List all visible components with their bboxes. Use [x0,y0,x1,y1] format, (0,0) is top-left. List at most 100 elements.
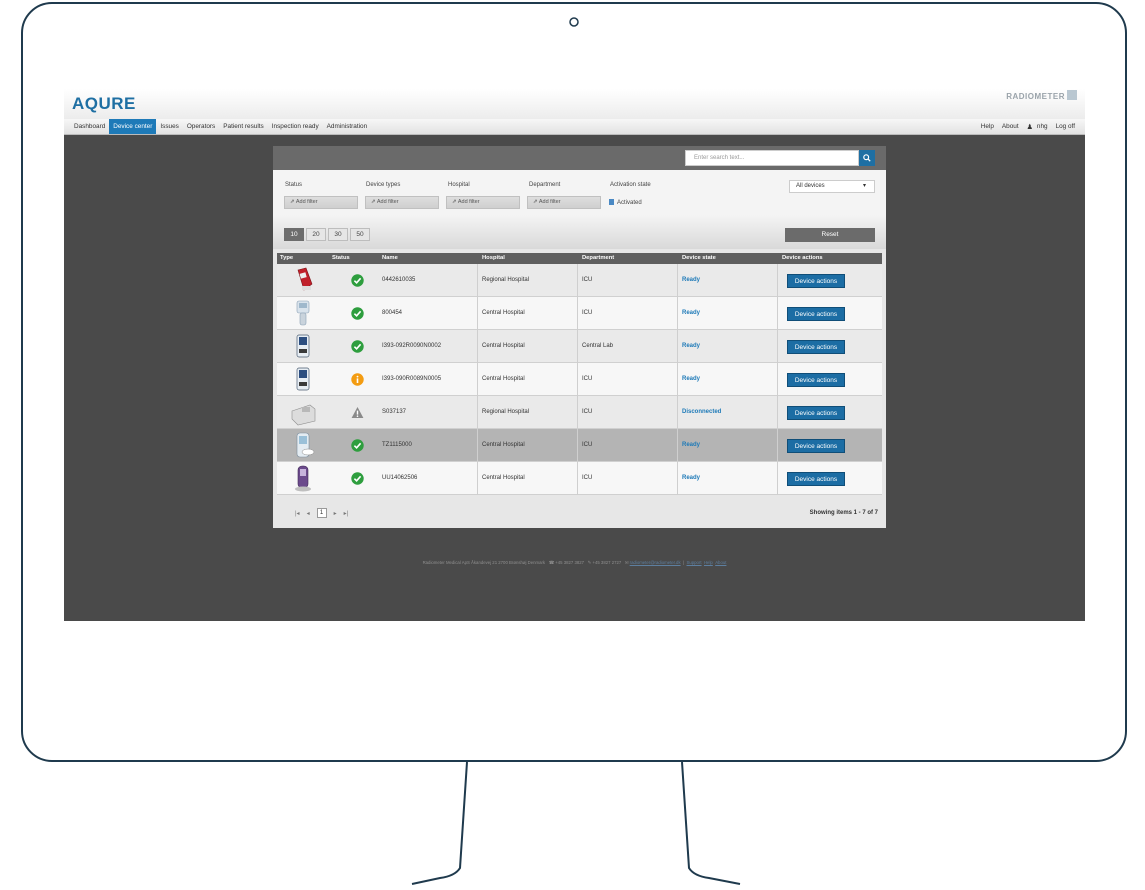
device-scanner-icon [296,300,310,326]
table-row[interactable]: I393-090R0089N0005 Central Hospital ICU … [277,363,882,396]
app-screen: AQURE RADIOMETER Dashboard Device center… [64,44,1085,621]
logoff-link[interactable]: Log off [1052,119,1079,134]
footer-about-link[interactable]: About [715,560,726,565]
filter-department-label: Department [529,182,561,188]
header: AQURE RADIOMETER [64,44,1085,119]
chevron-down-icon: ▾ [862,183,866,189]
device-hospital: Central Hospital [482,442,525,448]
nav-dashboard[interactable]: Dashboard [70,119,109,134]
page-size-10[interactable]: 10 [284,228,304,241]
footer-help-link[interactable]: Help [704,560,713,565]
reset-button[interactable]: Reset [785,228,875,242]
device-analyzer-icon [296,334,310,358]
footer-email[interactable]: radiometer@radiometer.dk [630,560,681,565]
last-page-icon[interactable]: ▸| [344,510,349,517]
filter-hospital-button[interactable]: ⇗ Add filter [446,196,520,209]
user-name[interactable]: nhg [1033,119,1052,134]
table-row[interactable]: UU14062506 Central Hospital ICU Ready De… [277,462,882,495]
table-header: Type Status Name Hospital Department Dev… [277,253,882,264]
footer: Radiometer Medical ApS Åkandevej 21 2700… [422,560,727,565]
devices-select[interactable]: All devices ▾ [789,180,875,193]
device-actions-button[interactable]: Device actions [787,472,845,486]
col-device-state[interactable]: Device state [682,253,716,264]
col-status[interactable]: Status [332,253,350,264]
device-meter-icon [296,432,315,458]
device-name: I393-092R0090N0002 [382,343,442,349]
activation-filter[interactable]: Activated [609,199,642,206]
device-glucose-meter-icon [295,465,311,492]
table-row[interactable]: S037137 Regional Hospital ICU Disconnect… [277,396,882,429]
status-ok-icon [351,307,364,320]
nav-patient-results[interactable]: Patient results [219,119,268,134]
footer-fax: +45 3827 2727 [592,560,622,565]
device-department: ICU [582,409,593,415]
device-hospital: Central Hospital [482,475,525,481]
filter-hospital-label: Hospital [448,182,470,188]
page-size-50[interactable]: 50 [350,228,370,241]
col-type[interactable]: Type [280,253,293,264]
device-state: Ready [682,277,701,283]
page-size-20[interactable]: 20 [306,228,326,241]
device-hospital: Central Hospital [482,343,525,349]
device-department: ICU [582,376,593,382]
device-name: UU14062506 [382,475,418,481]
first-page-icon[interactable]: |◂ [295,510,300,517]
device-state: Ready [682,343,701,349]
nav-operators[interactable]: Operators [183,119,219,134]
filter-activation-label: Activation state [610,182,651,188]
filter-device-types-button[interactable]: ⇗ Add filter [365,196,439,209]
email-icon: ✉ [624,560,629,565]
page-number[interactable]: 1 [316,508,327,518]
table-row[interactable]: TZ1115000 Central Hospital ICU Ready Dev… [277,429,882,462]
status-warning-icon [351,407,364,418]
device-state: Ready [682,376,701,382]
col-device-actions[interactable]: Device actions [782,253,823,264]
device-actions-button[interactable]: Device actions [787,406,845,420]
prev-page-icon[interactable]: ◂ [307,510,310,517]
device-state: Ready [682,475,701,481]
help-link[interactable]: Help [977,119,998,134]
device-panel: Enter search text... Status ⇗ Add filter… [273,146,886,528]
device-actions-button[interactable]: Device actions [787,439,845,453]
device-actions-button[interactable]: Device actions [787,274,845,288]
nav-inspection-ready[interactable]: Inspection ready [268,119,323,134]
col-department[interactable]: Department [582,253,614,264]
fax-icon: ✎ [587,560,592,565]
table-row[interactable]: I393-092R0090N0002 Central Hospital Cent… [277,330,882,363]
col-name[interactable]: Name [382,253,398,264]
device-actions-button[interactable]: Device actions [787,340,845,354]
filter-status-button[interactable]: ⇗ Add filter [284,196,358,209]
table-row[interactable]: 800454 Central Hospital ICU Ready Device… [277,297,882,330]
search-input[interactable]: Enter search text... [685,150,859,166]
device-hospital: Central Hospital [482,310,525,316]
nav-administration[interactable]: Administration [323,119,372,134]
main-nav: Dashboard Device center Issues Operators… [64,119,1085,135]
nav-issues[interactable]: Issues [156,119,182,134]
device-name: 0442610035 [382,277,416,283]
search-button[interactable] [859,150,875,166]
user-icon: ♟ [1026,123,1033,131]
status-ok-icon [351,340,364,353]
nav-device-center[interactable]: Device center [109,119,157,134]
table-row[interactable]: 0442610035 Regional Hospital ICU Ready D… [277,264,882,297]
device-actions-button[interactable]: Device actions [787,307,845,321]
device-department: ICU [582,277,593,283]
device-hospital: Central Hospital [482,376,525,382]
device-analyzer-icon [296,367,310,391]
status-info-icon [351,373,364,386]
page-size-30[interactable]: 30 [328,228,348,241]
device-department: ICU [582,442,593,448]
device-name: I393-090R0089N0005 [382,376,442,382]
device-department: ICU [582,475,593,481]
device-actions-button[interactable]: Device actions [787,373,845,387]
device-name: S037137 [382,409,407,415]
filter-device-types-label: Device types [366,182,401,188]
filter-department-button[interactable]: ⇗ Add filter [527,196,601,209]
next-page-icon[interactable]: ▸ [334,510,337,517]
col-hospital[interactable]: Hospital [482,253,505,264]
brand-mark-icon [1067,90,1077,100]
footer-support-link[interactable]: Support [687,560,702,565]
device-benchtop-icon [291,404,316,426]
filter-flag-icon [609,199,614,205]
about-link[interactable]: About [998,119,1023,134]
